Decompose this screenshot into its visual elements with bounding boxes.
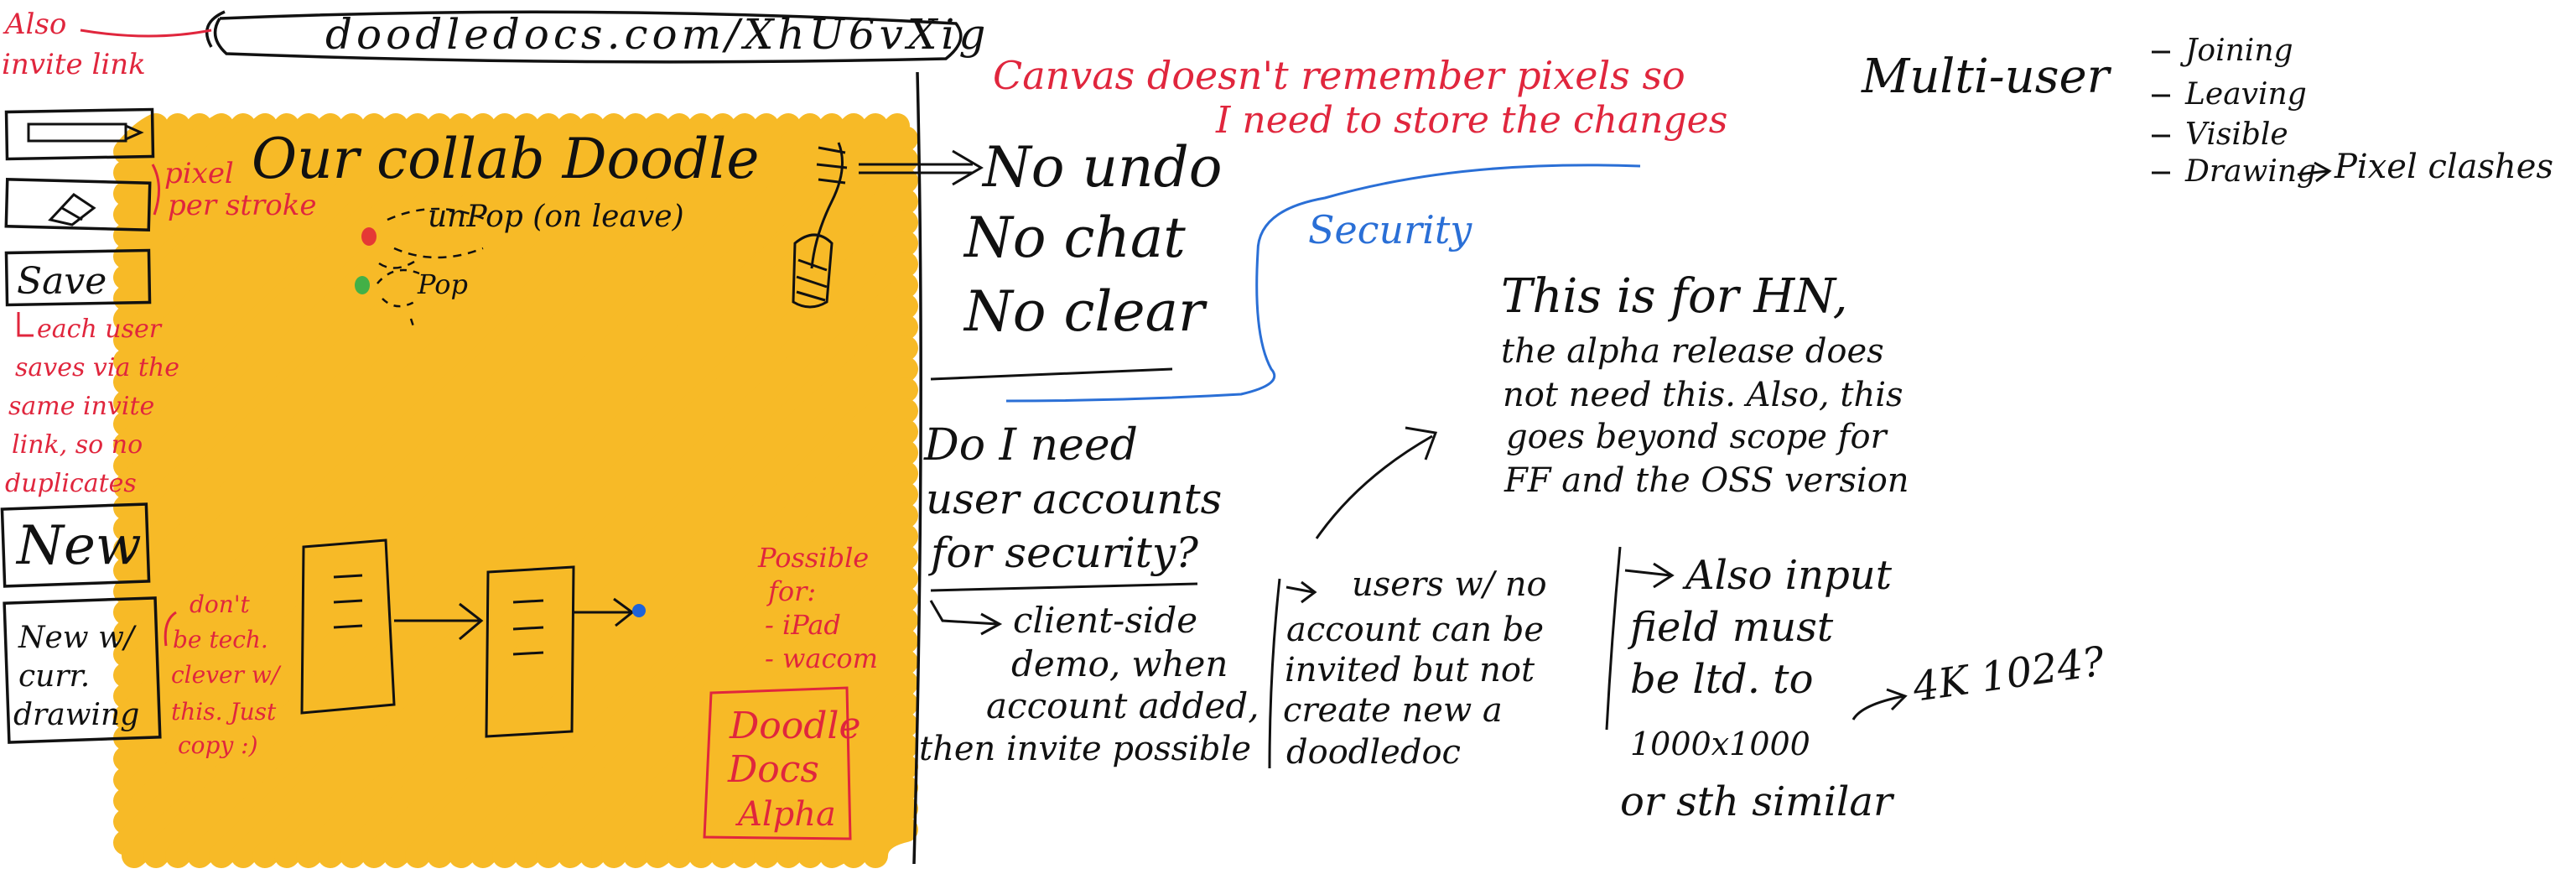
security-answer-line2: demo, when xyxy=(1011,643,1228,684)
multi-user-pixel-clashes: Pixel clashes xyxy=(2334,148,2553,186)
input-note-line2: field must xyxy=(1628,604,1834,651)
input-note-line1: Also input xyxy=(1682,552,1893,599)
users-note: users w/ no account can be invited but n… xyxy=(1283,565,1547,772)
save-note-line3: same invite xyxy=(8,392,154,421)
canvas-note-line1: Canvas doesn't remember pixels so xyxy=(993,53,1685,98)
multi-user-item-joining: Joining xyxy=(2179,34,2293,68)
hn-note-title: This is for HN, xyxy=(1501,269,1847,324)
divider-vertical-2 xyxy=(1605,546,1622,731)
new-button[interactable]: New xyxy=(0,502,151,588)
security-question-line2: user accounts xyxy=(926,475,1222,523)
multi-user-title: Multi-user xyxy=(1861,49,2112,104)
new-note-line3: clever w/ xyxy=(171,661,282,689)
device-note-line2: for: xyxy=(766,575,816,607)
feature-no-chat: No chat xyxy=(963,205,1186,270)
device-note-line3: - iPad xyxy=(765,609,841,641)
save-label: Save xyxy=(17,260,106,303)
multi-user-item-drawing: Drawing xyxy=(2184,154,2316,189)
alpha-stamp-line3: Alpha xyxy=(735,795,836,834)
whiteboard: doodledocs.com/XhU6vXig Also invite link… xyxy=(0,8,2553,868)
device-note-line1: Possible xyxy=(757,542,869,574)
security-answer: client-side demo, when account added, th… xyxy=(919,600,1259,768)
save-note-line1: each user xyxy=(37,315,163,344)
canvas-title: Our collab Doodle xyxy=(252,127,759,191)
url-bar[interactable]: doodledocs.com/XhU6vXig xyxy=(205,10,990,64)
canvas-note: Canvas doesn't remember pixels so I need… xyxy=(993,53,1727,142)
security-question: Do I need user accounts for security? xyxy=(923,420,1222,577)
invite-note: Also invite link xyxy=(2,8,212,81)
divider-line-2 xyxy=(930,582,1198,592)
new-with-current-line2: curr. xyxy=(18,659,90,694)
url-text: doodledocs.com/XhU6vXig xyxy=(325,10,989,59)
presence-dot-red xyxy=(361,227,377,246)
new-note-line4: this. Just xyxy=(171,698,277,726)
device-note-line4: - wacom xyxy=(765,642,878,674)
hn-note: This is for HN, the alpha release does n… xyxy=(1315,269,1909,539)
new-label: New xyxy=(15,515,142,577)
alpha-stamp-line1: Doodle xyxy=(729,705,861,747)
resolution-note-text: 4K 1024? xyxy=(1909,637,2107,711)
security-question-line1: Do I need xyxy=(923,420,1138,471)
invite-note-line2: invite link xyxy=(2,48,146,81)
eraser-icon xyxy=(48,193,96,226)
new-note-line5: copy :) xyxy=(178,731,258,759)
save-note-line4: link, so no xyxy=(12,430,143,460)
scribble-stroke xyxy=(863,817,918,868)
security-question-line3: for security? xyxy=(927,528,1199,577)
pixel-note-line1: pixel xyxy=(164,157,234,190)
multi-user-block: Multi-user Joining Leaving Visible Drawi… xyxy=(1861,34,2553,189)
unpop-label: unPop (on leave) xyxy=(428,200,684,234)
cursor-dot-blue xyxy=(632,604,646,617)
invite-arrow-line xyxy=(80,29,212,38)
canvas-note-line2: I need to store the changes xyxy=(1215,99,1727,142)
users-note-line5: doodledoc xyxy=(1286,733,1461,772)
security-answer-line3: account added, xyxy=(986,685,1259,726)
input-note-line3: be ltd. to xyxy=(1630,656,1813,703)
divider-line-1 xyxy=(930,367,1173,381)
features-list: No undo No chat No clear xyxy=(963,135,1222,344)
input-note-line4: 1000x1000 xyxy=(1630,726,1810,762)
new-note-line1: don't xyxy=(190,590,251,618)
new-with-current-line3: drawing xyxy=(13,698,139,732)
input-note-line5: or sth similar xyxy=(1620,778,1895,825)
hn-note-line2: not need this. Also, this xyxy=(1503,376,1903,414)
users-note-line2: account can be xyxy=(1286,611,1544,649)
security-answer-line1: client-side xyxy=(1013,600,1197,641)
multi-user-item-visible: Visible xyxy=(2185,117,2288,152)
hn-note-line3: goes beyond scope for xyxy=(1506,418,1889,456)
feature-no-undo: No undo xyxy=(981,135,1222,200)
new-note-line2: be tech. xyxy=(173,626,268,653)
presence-dot-green xyxy=(355,276,370,294)
pop-label: Pop xyxy=(417,268,468,300)
divider-vertical-1 xyxy=(1268,578,1281,769)
save-note-line5: duplicates xyxy=(5,469,137,498)
users-note-line3: invited but not xyxy=(1285,651,1535,689)
pixel-note-line2: per stroke xyxy=(168,189,317,222)
security-tag-label: Security xyxy=(1308,207,1472,252)
multi-user-item-leaving: Leaving xyxy=(2184,77,2307,112)
input-note: Also input field must be ltd. to 1000x10… xyxy=(1620,552,1895,825)
save-note-line2: saves via the xyxy=(15,353,179,382)
users-note-line4: create new a xyxy=(1283,691,1503,730)
users-note-line1: users w/ no xyxy=(1352,565,1547,604)
alpha-stamp-line2: Docs xyxy=(727,748,819,791)
hn-note-line1: the alpha release does xyxy=(1501,332,1884,371)
feature-no-clear: No clear xyxy=(963,279,1208,344)
invite-note-line1: Also xyxy=(3,8,66,41)
hn-note-line4: FF and the OSS version xyxy=(1504,461,1909,500)
new-with-current-line1: New w/ xyxy=(18,621,138,655)
security-answer-line4: then invite possible xyxy=(919,730,1251,768)
resolution-note: 4K 1024? xyxy=(1852,637,2107,721)
